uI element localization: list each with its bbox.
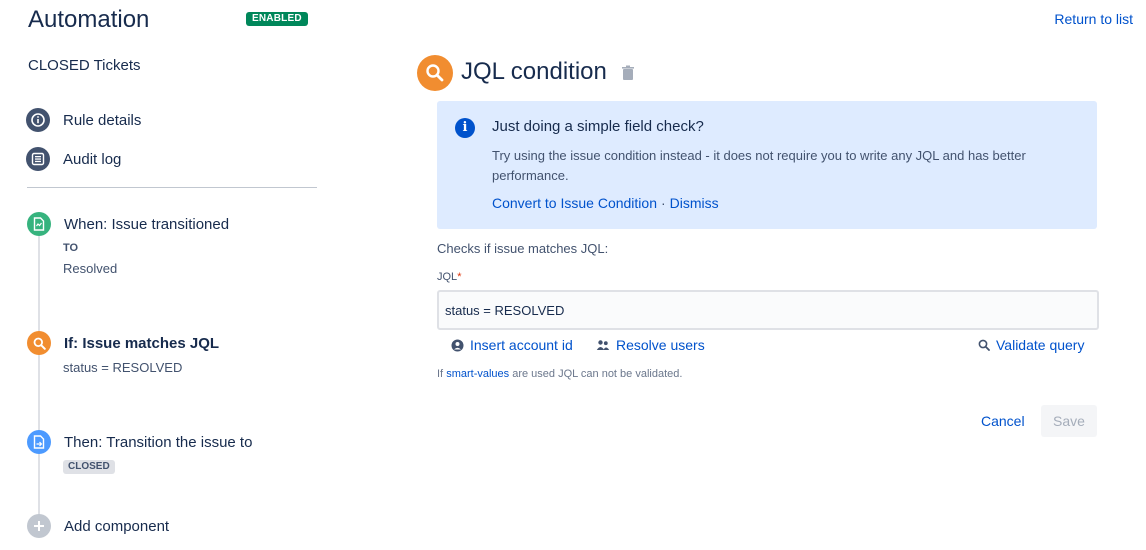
dismiss-link[interactable]: Dismiss xyxy=(670,195,719,211)
resolve-users-button[interactable]: Resolve users xyxy=(596,337,705,353)
search-icon xyxy=(27,331,51,355)
hint-suffix: are used JQL can not be validated. xyxy=(512,368,683,380)
convert-to-issue-condition-link[interactable]: Convert to Issue Condition xyxy=(492,195,657,211)
rule-name: CLOSED Tickets xyxy=(28,57,141,74)
save-button-label: Save xyxy=(1053,413,1085,429)
smart-values-link[interactable]: smart-values xyxy=(446,368,509,380)
nav-audit-log[interactable]: Audit log xyxy=(26,147,121,171)
people-icon xyxy=(596,339,610,351)
nav-rule-details-label: Rule details xyxy=(63,111,142,129)
jql-field-label: JQL* xyxy=(437,271,461,283)
info-circle-icon: i xyxy=(455,118,475,138)
step-condition[interactable]: If: Issue matches JQL xyxy=(27,331,219,355)
status-badge: ENABLED xyxy=(246,12,308,26)
info-actions-separator: · xyxy=(660,195,666,211)
trash-icon[interactable] xyxy=(621,65,635,81)
insert-account-id-label: Insert account id xyxy=(470,337,573,353)
info-banner-body: Try using the issue condition instead - … xyxy=(492,148,1026,183)
closed-status-lozenge: CLOSED xyxy=(63,460,115,474)
action-icon xyxy=(27,430,51,454)
jql-input[interactable] xyxy=(437,290,1099,330)
plus-icon xyxy=(27,514,51,538)
step-trigger[interactable]: When: Issue transitioned xyxy=(27,212,229,236)
jql-label-text: JQL xyxy=(437,271,458,283)
info-banner-title: Just doing a simple field check? xyxy=(492,118,704,135)
step-trigger-title: When: Issue transitioned xyxy=(64,215,230,233)
jql-description: Checks if issue matches JQL: xyxy=(437,241,609,256)
required-marker: * xyxy=(457,271,462,283)
nav-divider xyxy=(27,187,317,188)
validate-query-button[interactable]: Validate query xyxy=(978,337,1084,353)
trigger-to-label: TO xyxy=(63,242,79,254)
resolve-users-label: Resolve users xyxy=(616,337,705,353)
page-title: Automation xyxy=(28,6,150,33)
smart-values-hint: If smart-values are used JQL can not be … xyxy=(437,368,682,380)
list-icon xyxy=(26,147,50,171)
jql-condition-search-icon xyxy=(417,55,453,91)
add-component-label: Add component xyxy=(64,517,170,535)
trigger-icon xyxy=(27,212,51,236)
user-circle-icon xyxy=(451,339,464,352)
info-banner-actions: Convert to Issue Condition · Dismiss xyxy=(492,195,719,211)
step-condition-title: If: Issue matches JQL xyxy=(64,334,220,352)
cancel-button[interactable]: Cancel xyxy=(981,413,1025,429)
rule-timeline-line xyxy=(38,236,40,518)
info-icon xyxy=(26,108,50,132)
validate-query-label: Validate query xyxy=(996,337,1085,353)
nav-rule-details[interactable]: Rule details xyxy=(26,108,141,132)
insert-account-id-button[interactable]: Insert account id xyxy=(451,337,573,353)
search-icon xyxy=(978,339,990,351)
return-to-list-link[interactable]: Return to list xyxy=(1054,11,1133,27)
hint-prefix: If xyxy=(437,368,444,380)
trigger-status-value: Resolved xyxy=(63,261,118,276)
add-component-button[interactable]: Add component xyxy=(27,514,169,538)
panel-title: JQL condition xyxy=(461,58,607,85)
step-action[interactable]: Then: Transition the issue to xyxy=(27,430,252,454)
nav-audit-log-label: Audit log xyxy=(63,150,122,168)
step-action-title: Then: Transition the issue to xyxy=(64,433,253,451)
condition-jql-value: status = RESOLVED xyxy=(63,360,183,375)
save-button[interactable]: Save xyxy=(1041,405,1097,437)
